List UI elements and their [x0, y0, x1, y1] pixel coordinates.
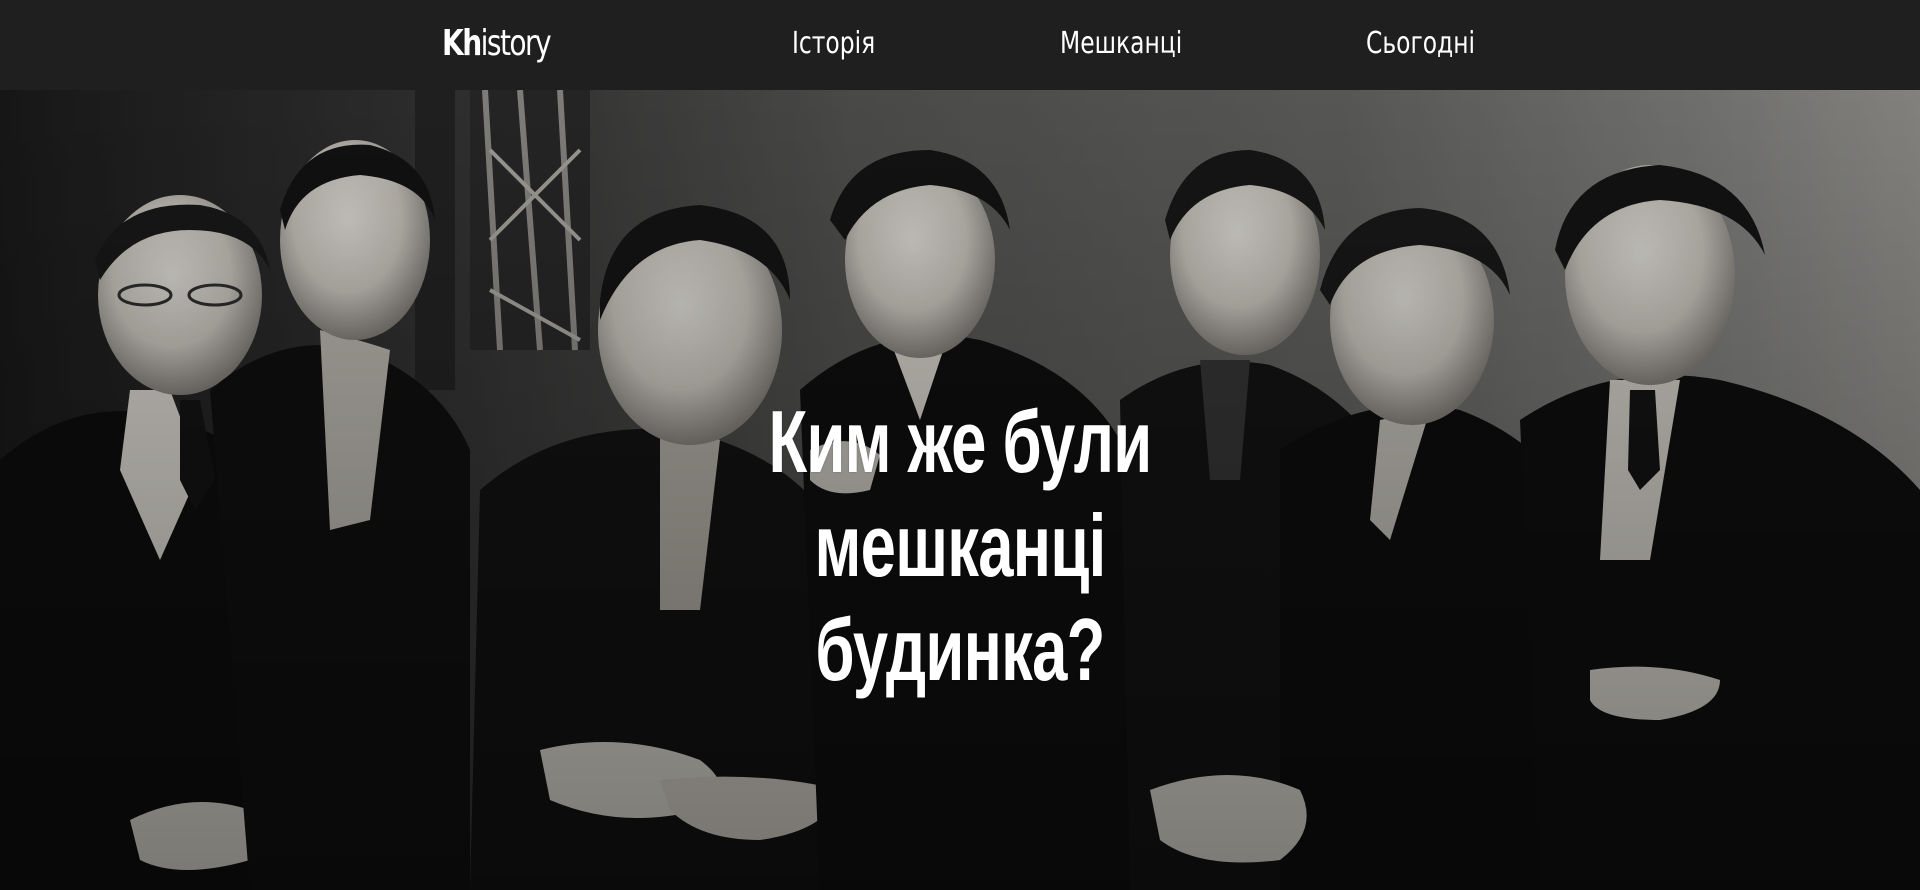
hero-title-text: Ким же були мешканці будинка?: [768, 392, 1152, 699]
hero-section: Ким же були мешканці будинка?: [0, 90, 1920, 890]
nav-link-residents[interactable]: Мешканці: [1060, 22, 1182, 66]
top-navigation-bar: Khistory Історія Мешканці Сьогодні: [0, 0, 1920, 90]
logo-bold-part: Kh: [442, 23, 482, 64]
logo-regular-part: istory: [480, 23, 552, 64]
hero-title: Ким же були мешканці будинка?: [0, 390, 1920, 702]
nav-link-today[interactable]: Сьогодні: [1366, 22, 1475, 66]
nav-link-history[interactable]: Історія: [792, 22, 875, 66]
site-logo-link[interactable]: Khistory: [442, 18, 552, 70]
